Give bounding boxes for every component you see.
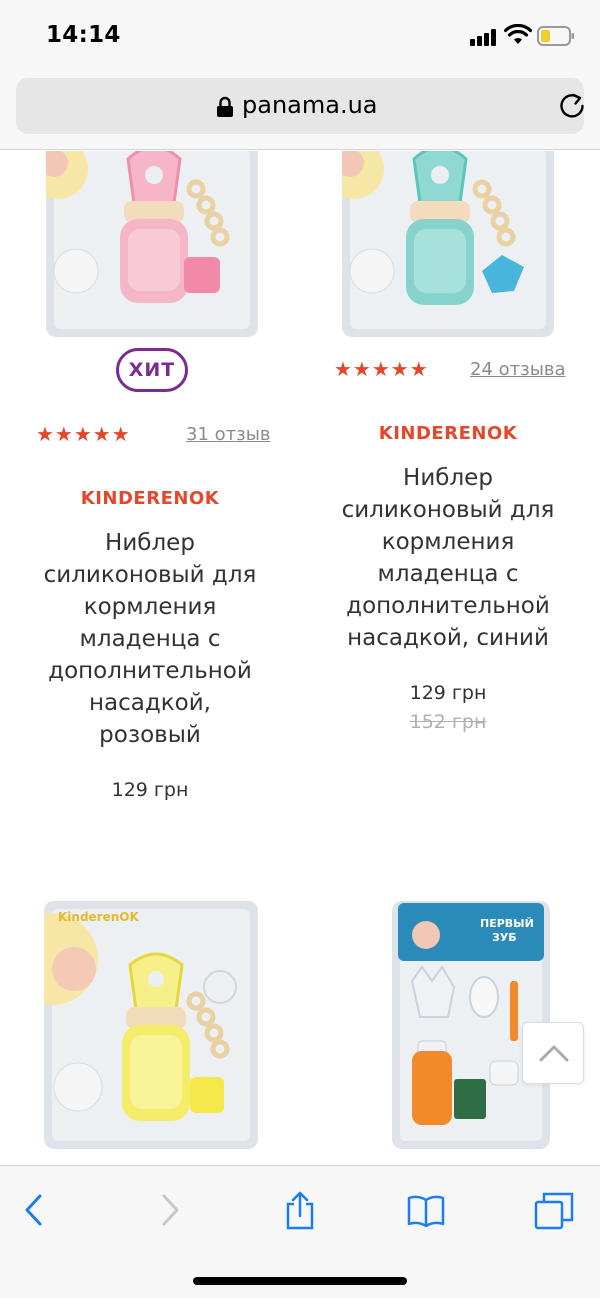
scroll-to-top-button[interactable] (522, 1022, 584, 1084)
tabs-icon[interactable] (534, 1190, 574, 1230)
forward-icon[interactable] (150, 1190, 190, 1230)
signal-icon (470, 28, 498, 46)
reload-icon[interactable] (558, 92, 586, 120)
product-image-yellow[interactable]: KinderenOK (44, 901, 258, 1149)
rating-stars: ★★★★★ (334, 357, 429, 381)
svg-text:KinderenOK: KinderenOK (58, 910, 139, 924)
product-grid: ХИТ ★★★★★ 31 отзыв KINDERENOK Ниблер сил… (0, 151, 600, 1165)
product-title[interactable]: Ниблер силиконовый для кормления младенц… (0, 527, 300, 751)
reviews-link[interactable]: 31 отзыв (186, 424, 271, 445)
product-image-pink[interactable] (46, 151, 258, 337)
brand-label[interactable]: KINDERENOK (0, 488, 300, 509)
product-title[interactable]: Ниблер силиконовый для кормления младенц… (298, 462, 598, 654)
product-price: 129 грн (111, 779, 189, 801)
url-field[interactable]: panama.ua (16, 78, 584, 134)
product-image-blue[interactable] (342, 151, 554, 337)
hit-badge: ХИТ (116, 348, 188, 392)
share-icon[interactable] (280, 1190, 320, 1230)
svg-text:ПЕРВЫЙ: ПЕРВЫЙ (480, 917, 534, 930)
rating-stars: ★★★★★ (36, 422, 131, 446)
product-old-price: 152 грн (409, 711, 487, 733)
url-text: panama.ua (242, 91, 378, 119)
svg-text:ЗУБ: ЗУБ (492, 931, 517, 944)
bookmarks-icon[interactable] (406, 1190, 446, 1230)
wifi-icon (504, 24, 532, 44)
lock-icon (217, 96, 233, 117)
safari-toolbar (0, 1165, 600, 1298)
reviews-link[interactable]: 24 отзыва (470, 359, 566, 380)
status-time: 14:14 (46, 22, 121, 48)
brand-label[interactable]: KINDERENOK (298, 423, 598, 444)
product-price: 129 грн (409, 682, 487, 704)
home-indicator (193, 1277, 407, 1285)
browser-address-bar: panama.ua (0, 70, 600, 150)
chevron-up-icon (539, 1045, 569, 1062)
back-icon[interactable] (14, 1190, 54, 1230)
status-bar: 14:14 (0, 0, 600, 70)
battery-icon (537, 26, 574, 46)
